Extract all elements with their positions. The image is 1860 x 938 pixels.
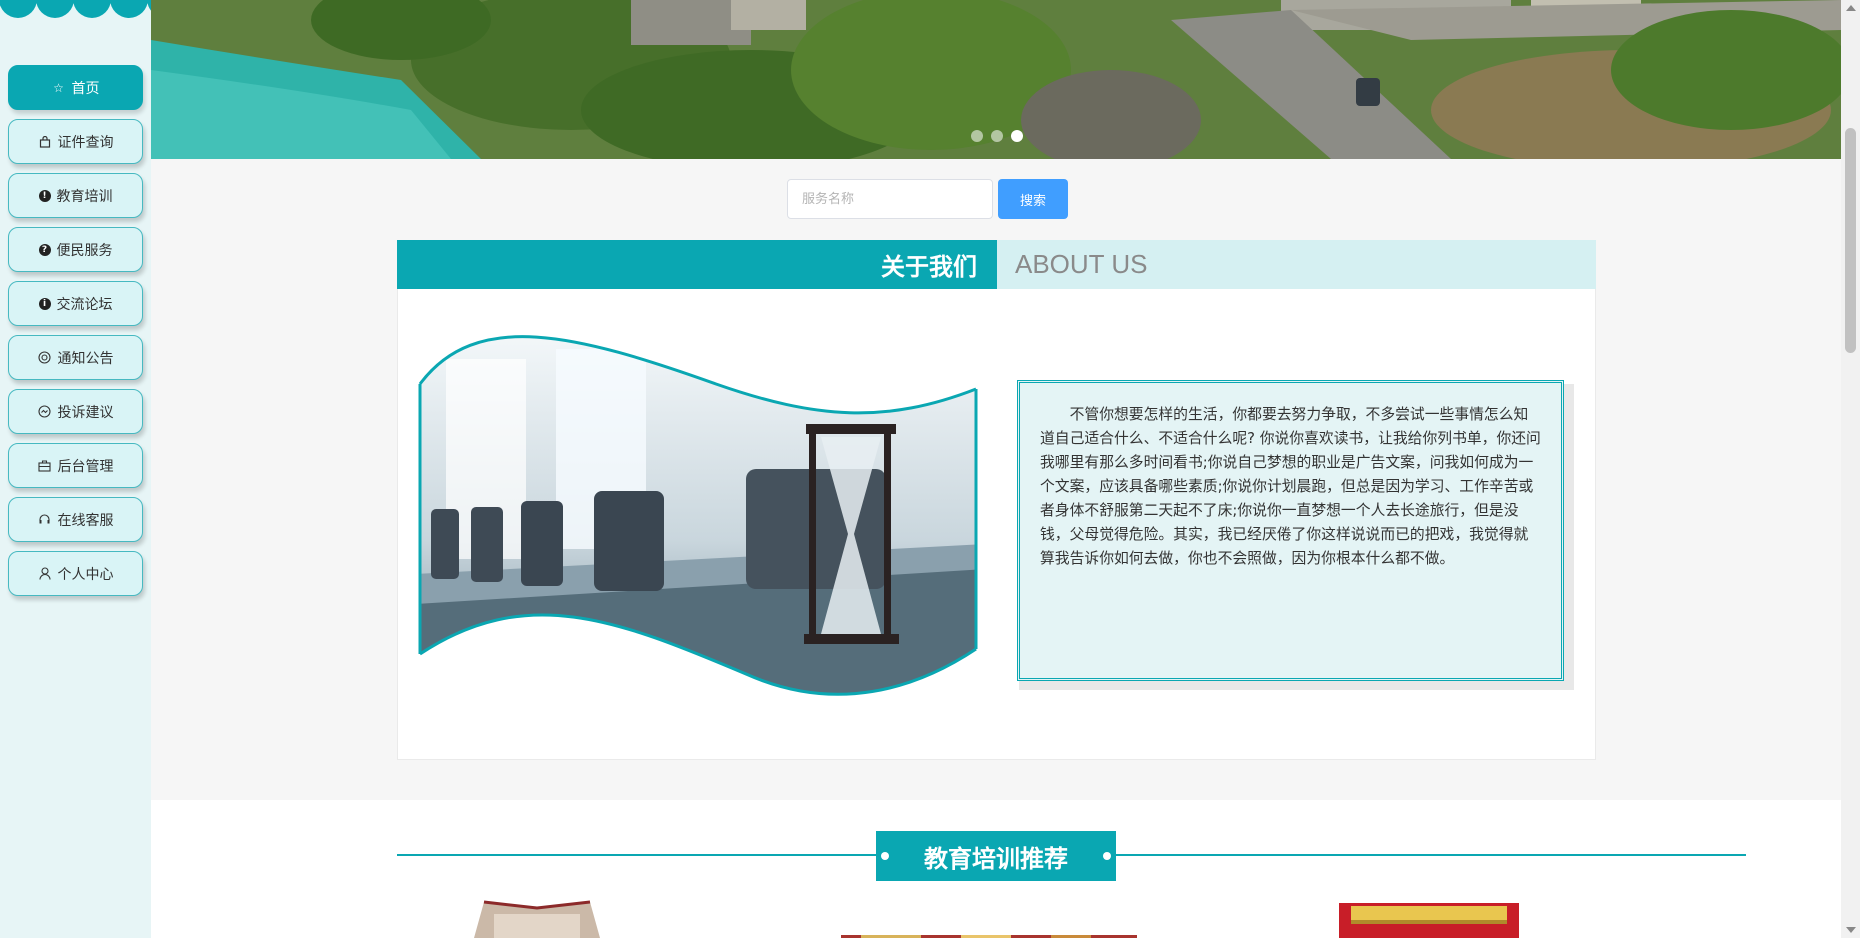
sidebar-item-forum[interactable]: i 交流论坛 xyxy=(8,281,143,326)
sidebar-item-home[interactable]: ☆ 首页 xyxy=(8,65,143,110)
sidebar-item-label: 教育培训 xyxy=(56,188,113,205)
sidebar: ☆ 首页 证件查询 ! 教育培训 ? 便民服务 i 交流论坛 通知公告 投诉建议… xyxy=(0,0,151,938)
recommend-section: 教育培训推荐 xyxy=(151,800,1841,938)
sidebar-item-online-service[interactable]: 在线客服 xyxy=(8,497,143,542)
sidebar-item-convenience-service[interactable]: ? 便民服务 xyxy=(8,227,143,272)
sidebar-item-label: 个人中心 xyxy=(57,566,114,583)
user-icon xyxy=(38,567,52,581)
carousel-indicators xyxy=(971,130,1023,142)
star-icon: ☆ xyxy=(53,80,64,95)
recommend-item-image[interactable] xyxy=(1339,903,1519,938)
about-title: 关于我们 xyxy=(397,240,997,289)
info-icon: i xyxy=(38,297,51,310)
scroll-up-arrow-icon[interactable] xyxy=(1846,5,1856,11)
bag-icon xyxy=(38,135,52,149)
sidebar-item-label: 在线客服 xyxy=(57,512,114,529)
about-header: 关于我们 ABOUT US xyxy=(397,240,1596,289)
sidebar-item-label: 首页 xyxy=(71,80,100,97)
sidebar-item-admin[interactable]: 后台管理 xyxy=(8,443,143,488)
about-text: 不管你想要怎样的生活，你都要去努力争取，不多尝试一些事情怎么知道自己适合什么、不… xyxy=(1017,380,1564,681)
headset-icon xyxy=(38,351,52,365)
sidebar-item-personal-center[interactable]: 个人中心 xyxy=(8,551,143,596)
sidebar-item-certificate-query[interactable]: 证件查询 xyxy=(8,119,143,164)
exclamation-icon: ! xyxy=(38,189,51,202)
carousel-dot-active[interactable] xyxy=(1011,130,1023,142)
banner-carousel[interactable] xyxy=(151,0,1841,159)
recommend-item-image[interactable] xyxy=(841,929,1137,938)
sidebar-item-education-training[interactable]: ! 教育培训 xyxy=(8,173,143,218)
briefcase-icon xyxy=(38,459,52,473)
sidebar-item-label: 通知公告 xyxy=(57,350,114,367)
sidebar-item-label: 后台管理 xyxy=(57,458,114,475)
question-icon: ? xyxy=(38,243,51,256)
service-search-input[interactable] xyxy=(787,179,993,219)
divider-line xyxy=(1114,854,1746,856)
about-body: 不管你想要怎样的生活，你都要去努力争取，不多尝试一些事情怎么知道自己适合什么、不… xyxy=(397,289,1596,760)
scrollbar-thumb[interactable] xyxy=(1845,128,1856,353)
sidebar-item-label: 证件查询 xyxy=(57,134,114,151)
sidebar-item-complaint[interactable]: 投诉建议 xyxy=(8,389,143,434)
recommend-title: 教育培训推荐 xyxy=(876,831,1116,881)
about-subtitle: ABOUT US xyxy=(1015,249,1148,279)
carousel-dot[interactable] xyxy=(991,130,1003,142)
clock-icon xyxy=(38,405,52,419)
about-wave-image xyxy=(418,335,978,696)
page-scrollbar[interactable] xyxy=(1841,0,1860,938)
sidebar-item-notice[interactable]: 通知公告 xyxy=(8,335,143,380)
search-button[interactable]: 搜索 xyxy=(998,179,1068,219)
service-icon xyxy=(38,513,52,527)
sidebar-item-label: 交流论坛 xyxy=(56,296,113,313)
sidebar-item-label: 投诉建议 xyxy=(57,404,114,421)
sidebar-scallop-decoration xyxy=(0,0,151,22)
scroll-down-arrow-icon[interactable] xyxy=(1846,927,1856,933)
recommend-item-image[interactable] xyxy=(464,900,610,938)
sidebar-item-label: 便民服务 xyxy=(56,242,113,259)
carousel-dot[interactable] xyxy=(971,130,983,142)
